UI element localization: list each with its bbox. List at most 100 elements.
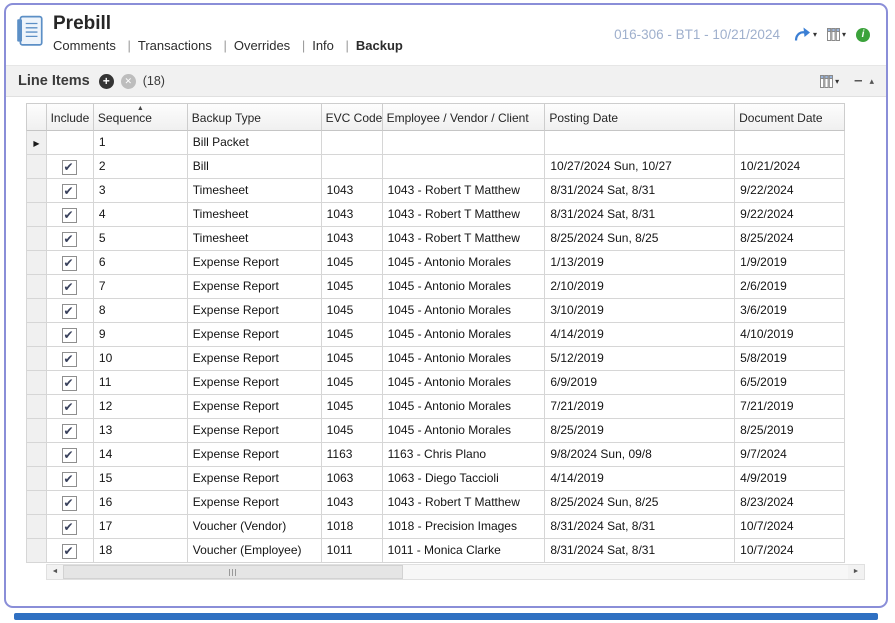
include-checkbox[interactable]: ✔: [62, 280, 77, 295]
include-cell: ✔: [47, 419, 94, 443]
window-bottom-edge: [14, 613, 878, 620]
employee-vendor-client-cell: 1043 - Robert T Matthew: [383, 179, 546, 203]
column-header-include[interactable]: Include: [47, 104, 94, 131]
tab[interactable]: Info: [312, 38, 334, 53]
navigate-menu-button[interactable]: ▾: [794, 27, 817, 42]
include-cell: ✔: [47, 227, 94, 251]
include-checkbox[interactable]: ✔: [62, 400, 77, 415]
scrollbar-thumb[interactable]: [63, 565, 403, 579]
document-date-cell: 4/10/2019: [735, 323, 845, 347]
tab[interactable]: Comments: [53, 38, 116, 53]
tab[interactable]: Overrides: [234, 38, 290, 53]
column-header-employee-vendor-client[interactable]: Employee / Vendor / Client: [383, 104, 546, 131]
row-indicator-cell: [27, 467, 47, 491]
column-header-label: Sequence: [98, 111, 152, 125]
evc-code-cell: 1043: [322, 179, 383, 203]
document-date-cell: 10/7/2024: [735, 515, 845, 539]
posting-date-cell: 8/25/2019: [545, 419, 735, 443]
table-row[interactable]: ✔ 8 Expense Report 1045 1045 - Antonio M…: [26, 299, 845, 323]
posting-date-cell: 6/9/2019: [545, 371, 735, 395]
check-icon: ✔: [63, 444, 73, 467]
include-checkbox[interactable]: ✔: [62, 520, 77, 535]
include-cell: ✔: [47, 347, 94, 371]
layout-chooser-button[interactable]: ▾: [827, 28, 846, 41]
backup-type-cell: Expense Report: [188, 395, 322, 419]
expand-section-icon[interactable]: ▴: [869, 76, 874, 87]
evc-code-cell: 1045: [322, 419, 383, 443]
include-checkbox[interactable]: ✔: [62, 544, 77, 559]
info-icon[interactable]: i: [856, 28, 870, 42]
chevron-down-icon: ▾: [842, 30, 846, 39]
table-row[interactable]: ✔ 13 Expense Report 1045 1045 - Antonio …: [26, 419, 845, 443]
table-row[interactable]: ✔ 11 Expense Report 1045 1045 - Antonio …: [26, 371, 845, 395]
sequence-cell: 5: [94, 227, 188, 251]
check-icon: ✔: [63, 156, 73, 179]
include-checkbox[interactable]: ✔: [62, 232, 77, 247]
sequence-cell: 1: [94, 131, 188, 155]
tab[interactable]: Backup: [356, 38, 403, 53]
table-row[interactable]: ✔ 4 Timesheet 1043 1043 - Robert T Matth…: [26, 203, 845, 227]
employee-vendor-client-cell: 1163 - Chris Plano: [383, 443, 546, 467]
table-row[interactable]: ✔ 18 Voucher (Employee) 1011 1011 - Moni…: [26, 539, 845, 563]
table-row[interactable]: ✔ 16 Expense Report 1043 1043 - Robert T…: [26, 491, 845, 515]
table-row[interactable]: ✔ 15 Expense Report 1063 1063 - Diego Ta…: [26, 467, 845, 491]
table-row[interactable]: ✔ 9 Expense Report 1045 1045 - Antonio M…: [26, 323, 845, 347]
include-checkbox[interactable]: ✔: [62, 352, 77, 367]
include-checkbox[interactable]: ✔: [62, 328, 77, 343]
posting-date-cell: 8/31/2024 Sat, 8/31: [545, 179, 735, 203]
posting-date-cell: 8/31/2024 Sat, 8/31: [545, 203, 735, 227]
table-row[interactable]: ✔ 7 Expense Report 1045 1045 - Antonio M…: [26, 275, 845, 299]
document-date-cell: 6/5/2019: [735, 371, 845, 395]
include-checkbox[interactable]: ✔: [62, 472, 77, 487]
column-header-document-date[interactable]: Document Date: [735, 104, 845, 131]
table-row[interactable]: ▶ 1 Bill Packet: [26, 131, 845, 155]
table-row[interactable]: ✔ 10 Expense Report 1045 1045 - Antonio …: [26, 347, 845, 371]
include-checkbox[interactable]: ✔: [62, 160, 77, 175]
scroll-left-button[interactable]: ◄: [47, 565, 63, 579]
remove-line-item-button[interactable]: ✕: [121, 74, 136, 89]
posting-date-cell: 10/27/2024 Sun, 10/27: [545, 155, 735, 179]
employee-vendor-client-cell: 1043 - Robert T Matthew: [383, 203, 546, 227]
row-indicator-cell: [27, 491, 47, 515]
include-cell: ✔: [47, 251, 94, 275]
add-line-item-button[interactable]: +: [99, 74, 114, 89]
horizontal-scrollbar[interactable]: ◄ ►: [46, 564, 865, 580]
row-indicator-cell: [27, 323, 47, 347]
include-checkbox[interactable]: ✔: [62, 304, 77, 319]
include-checkbox[interactable]: ✔: [62, 256, 77, 271]
include-cell: ✔: [47, 491, 94, 515]
table-row[interactable]: ✔ 3 Timesheet 1043 1043 - Robert T Matth…: [26, 179, 845, 203]
column-header-posting-date[interactable]: Posting Date: [545, 104, 735, 131]
row-indicator-cell: [27, 227, 47, 251]
table-row[interactable]: ✔ 14 Expense Report 1163 1163 - Chris Pl…: [26, 443, 845, 467]
table-row[interactable]: ✔ 5 Timesheet 1043 1043 - Robert T Matth…: [26, 227, 845, 251]
posting-date-cell: 8/25/2024 Sun, 8/25: [545, 491, 735, 515]
document-date-cell: 3/6/2019: [735, 299, 845, 323]
columns-icon: [820, 75, 833, 88]
grid-column-chooser-button[interactable]: ▾: [820, 75, 839, 88]
include-checkbox[interactable]: ✔: [62, 184, 77, 199]
column-header-evc-code[interactable]: EVC Code: [322, 104, 383, 131]
scrollbar-track[interactable]: [63, 565, 848, 579]
include-checkbox[interactable]: ✔: [62, 424, 77, 439]
employee-vendor-client-cell: 1018 - Precision Images: [383, 515, 546, 539]
document-date-cell: 8/25/2024: [735, 227, 845, 251]
include-checkbox[interactable]: ✔: [62, 376, 77, 391]
tab[interactable]: Transactions: [138, 38, 212, 53]
include-cell: [47, 131, 94, 155]
scroll-right-button[interactable]: ►: [848, 565, 864, 579]
column-header-backup-type[interactable]: Backup Type: [188, 104, 322, 131]
table-row[interactable]: ✔ 12 Expense Report 1045 1045 - Antonio …: [26, 395, 845, 419]
backup-type-cell: Expense Report: [188, 443, 322, 467]
column-header-sequence[interactable]: ▲Sequence: [94, 104, 188, 131]
include-checkbox[interactable]: ✔: [62, 496, 77, 511]
sequence-cell: 10: [94, 347, 188, 371]
collapse-section-button[interactable]: –: [854, 76, 862, 86]
table-row[interactable]: ✔ 2 Bill 10/27/2024 Sun, 10/27 10/21/202…: [26, 155, 845, 179]
include-checkbox[interactable]: ✔: [62, 208, 77, 223]
table-row[interactable]: ✔ 17 Voucher (Vendor) 1018 1018 - Precis…: [26, 515, 845, 539]
backup-type-cell: Expense Report: [188, 251, 322, 275]
include-checkbox[interactable]: ✔: [62, 448, 77, 463]
table-row[interactable]: ✔ 6 Expense Report 1045 1045 - Antonio M…: [26, 251, 845, 275]
chevron-down-icon: ▾: [835, 77, 839, 86]
